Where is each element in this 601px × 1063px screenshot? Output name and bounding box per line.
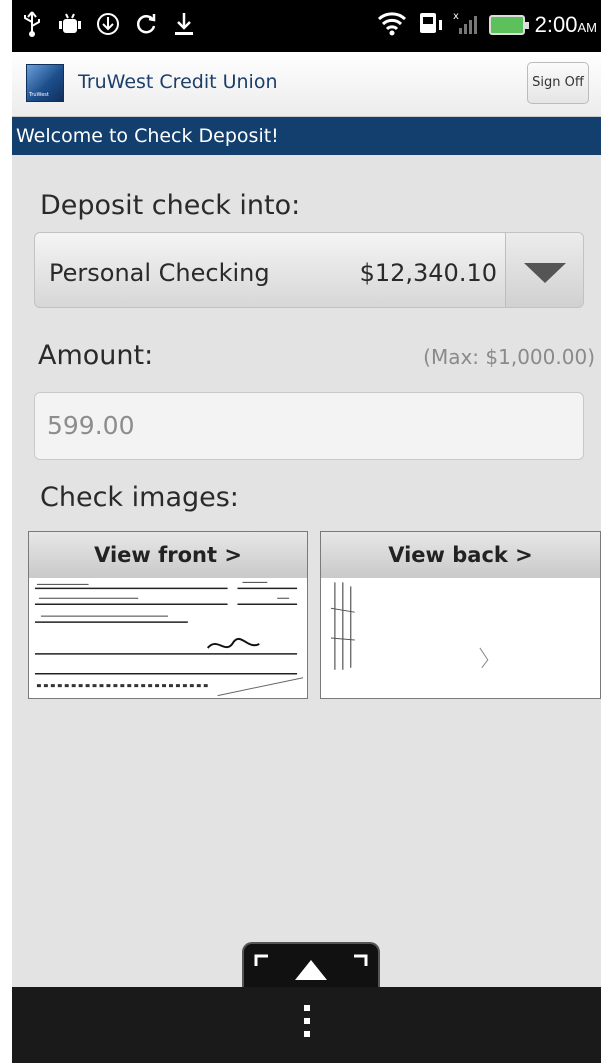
app-header: TruWest TruWest Credit Union Sign Off [12, 52, 601, 117]
check-images-label: Check images: [40, 482, 239, 513]
truwest-logo: TruWest [26, 64, 64, 102]
view-front-button[interactable]: View front > [29, 532, 307, 578]
selected-account-balance: $12,340.10 [359, 259, 497, 287]
sim-icon [417, 10, 443, 40]
battery-icon [488, 15, 529, 35]
usb-icon [20, 10, 44, 38]
navigation-bar [12, 987, 601, 1063]
download-icon [172, 10, 196, 38]
sync-icon [134, 10, 158, 38]
check-front-image [29, 578, 307, 698]
status-icons-right: x 2:00AM [377, 10, 597, 40]
amount-label: Amount: [38, 340, 154, 371]
sign-off-button[interactable]: Sign Off [527, 62, 589, 104]
amount-input[interactable]: 599.00 [34, 392, 584, 460]
selected-account-name: Personal Checking [49, 259, 270, 287]
app-title: TruWest Credit Union [78, 71, 278, 93]
view-back-button[interactable]: View back > [321, 532, 600, 578]
expand-up-icon [254, 954, 368, 980]
status-icons-left [20, 10, 196, 38]
deposit-into-label: Deposit check into: [40, 190, 301, 221]
max-amount-hint: (Max: $1,000.00) [423, 345, 595, 369]
account-select[interactable]: Personal Checking $12,340.10 [34, 232, 584, 308]
device-screen: x 2:00AM TruWest TruWest Credit Union Si… [12, 0, 601, 1063]
svg-text:x: x [453, 11, 459, 22]
chevron-down-icon [524, 263, 566, 283]
android-debug-icon [58, 10, 82, 38]
account-dropdown-button[interactable] [505, 233, 583, 307]
download-status-icon [96, 10, 120, 38]
signal-icon: x [453, 10, 479, 40]
wifi-icon [377, 10, 407, 40]
check-back-image [321, 578, 600, 698]
status-bar: x 2:00AM [12, 0, 601, 52]
check-back-card[interactable]: View back > [320, 531, 601, 699]
status-clock: 2:00AM [534, 12, 597, 37]
expand-handle[interactable] [242, 942, 380, 990]
check-front-card[interactable]: View front > [28, 531, 308, 699]
menu-icon[interactable] [300, 1005, 314, 1045]
welcome-banner: Welcome to Check Deposit! [12, 117, 601, 155]
logo-text: TruWest [29, 92, 49, 98]
